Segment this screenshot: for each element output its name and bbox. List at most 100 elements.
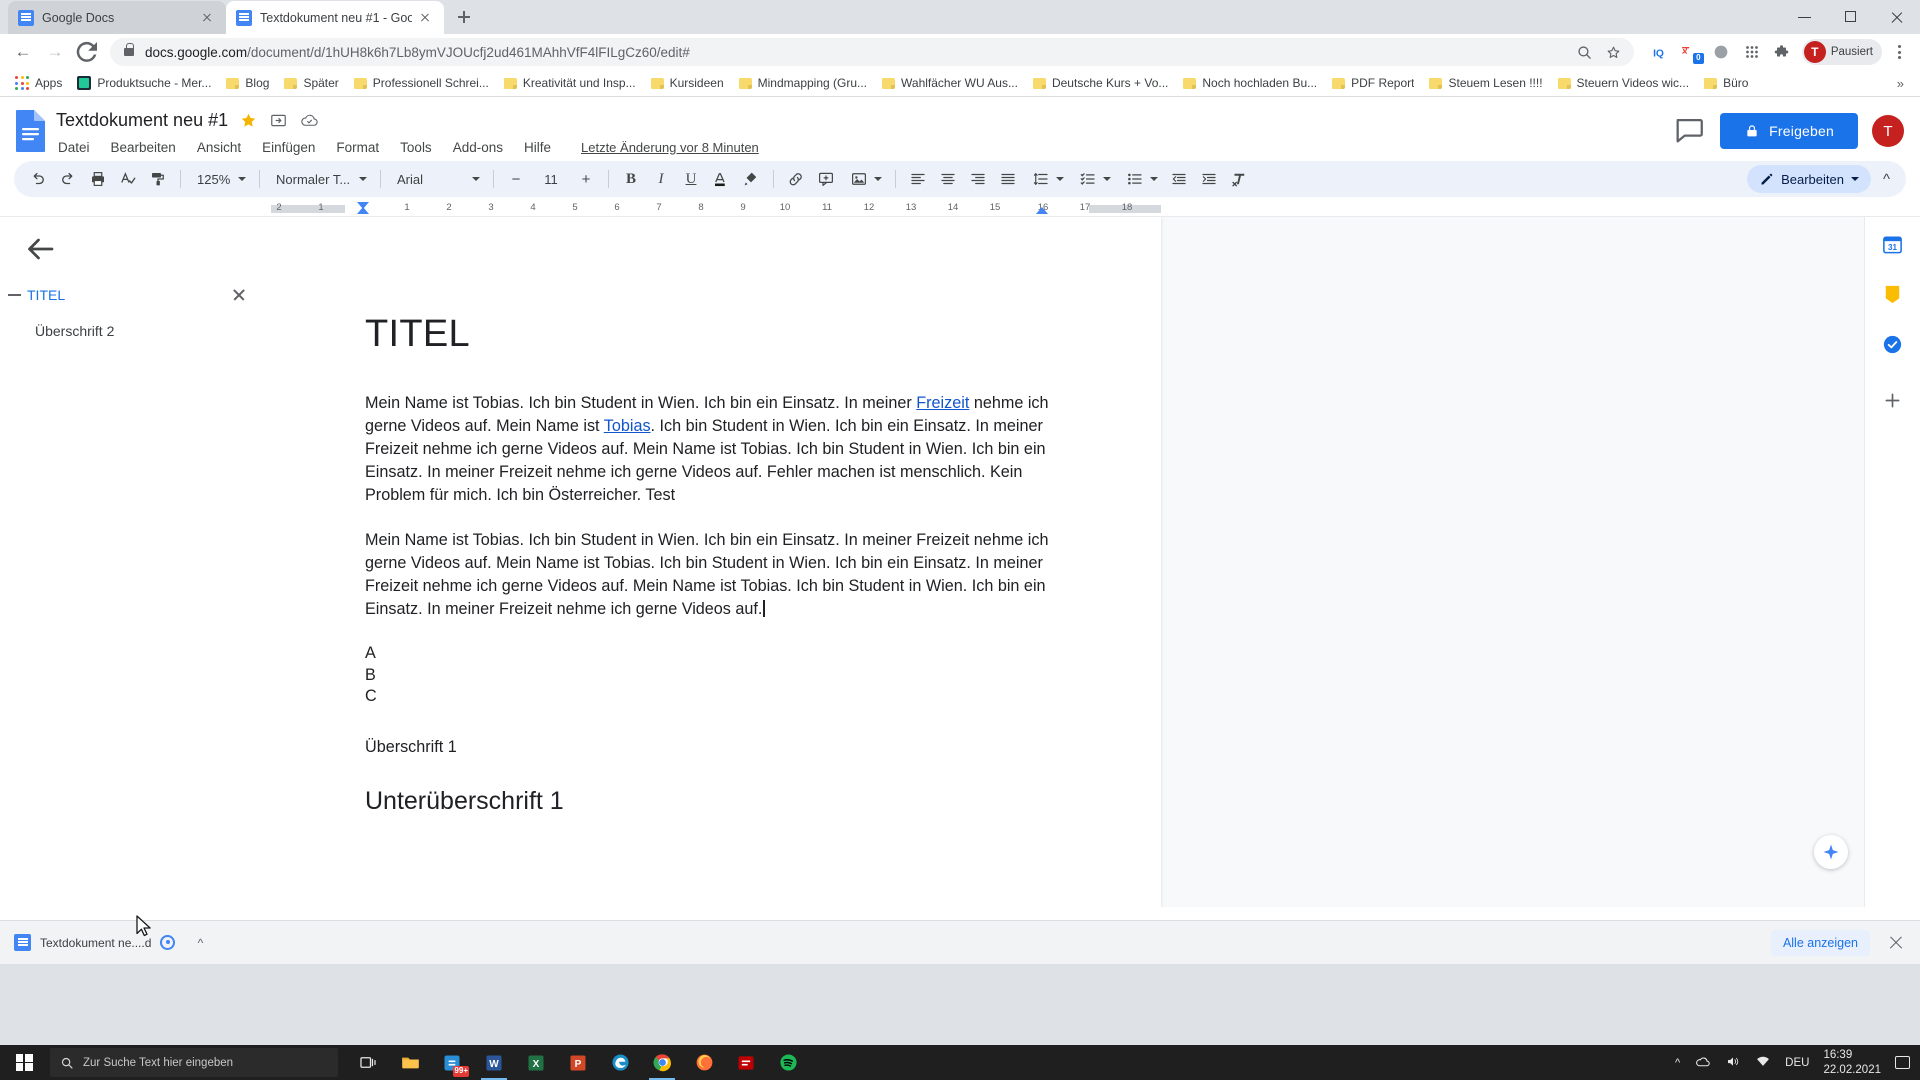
close-icon[interactable]: [198, 9, 216, 27]
profile-button[interactable]: T Pausiert: [1801, 39, 1882, 65]
bookmark-item[interactable]: Professionell Schrei...: [347, 73, 496, 93]
bookmark-item[interactable]: Wahlfächer WU Aus...: [875, 73, 1025, 93]
cloud-saved-icon[interactable]: [299, 111, 318, 130]
back-arrow-icon[interactable]: [22, 231, 58, 267]
comment-icon[interactable]: [1672, 113, 1706, 147]
left-indent-marker[interactable]: [357, 207, 369, 214]
star-icon[interactable]: [239, 111, 258, 130]
decrease-font-size-button[interactable]: −: [502, 165, 530, 193]
link-icon[interactable]: [782, 165, 810, 193]
menu-format[interactable]: Format: [334, 139, 381, 156]
browser-tab[interactable]: Google Docs: [8, 1, 226, 34]
inline-link-freizeit[interactable]: Freizeit: [916, 394, 969, 412]
text-color-icon[interactable]: [707, 165, 735, 193]
edge-legacy-icon[interactable]: [600, 1045, 640, 1080]
explore-button[interactable]: [1814, 835, 1848, 869]
forward-button[interactable]: →: [40, 37, 70, 67]
google-docs-logo[interactable]: [14, 105, 54, 161]
show-hidden-icons-button[interactable]: ^: [1675, 1057, 1680, 1069]
close-window-button[interactable]: [1874, 0, 1920, 34]
bookmark-item[interactable]: Deutsche Kurs + Vo...: [1026, 73, 1175, 93]
bookmark-item[interactable]: PDF Report: [1325, 73, 1421, 93]
menu-ansicht[interactable]: Ansicht: [195, 139, 243, 156]
bookmark-item[interactable]: Noch hochladen Bu...: [1176, 73, 1324, 93]
bookmark-item[interactable]: Kreativität und Insp...: [497, 73, 643, 93]
right-indent-marker[interactable]: [1036, 207, 1048, 214]
insert-image-dropdown[interactable]: [842, 166, 887, 192]
translate-extension-icon[interactable]: 0: [1677, 39, 1704, 65]
reload-button[interactable]: [72, 37, 102, 67]
back-button[interactable]: ←: [8, 37, 38, 67]
increase-font-size-button[interactable]: +: [572, 165, 600, 193]
bookmark-item[interactable]: Später: [277, 73, 345, 93]
file-explorer-icon[interactable]: [390, 1045, 430, 1080]
align-justify-icon[interactable]: [994, 165, 1022, 193]
notification-icon[interactable]: [1895, 1056, 1910, 1069]
show-all-downloads-button[interactable]: Alle anzeigen: [1770, 929, 1870, 956]
align-right-icon[interactable]: [964, 165, 992, 193]
volume-icon[interactable]: [1725, 1054, 1741, 1072]
bookmark-item[interactable]: Steuern Videos wic...: [1551, 73, 1697, 93]
download-menu-button[interactable]: ^: [189, 932, 211, 954]
filezilla-icon[interactable]: [726, 1045, 766, 1080]
bookmark-star-icon[interactable]: [1605, 44, 1622, 61]
puzzle-extension-icon[interactable]: [1770, 39, 1796, 65]
page-title[interactable]: Textdokument neu #1: [56, 110, 228, 131]
collapse-toolbar-button[interactable]: ^: [1877, 171, 1896, 188]
paragraph-style-dropdown[interactable]: Normaler T...: [268, 166, 372, 192]
close-icon[interactable]: [229, 285, 249, 305]
keep-icon[interactable]: [1876, 277, 1910, 311]
bookmark-apps[interactable]: Apps: [8, 73, 69, 93]
bookmark-item[interactable]: Blog: [219, 73, 276, 93]
download-item[interactable]: Textdokument ne....d: [14, 928, 179, 958]
taskbar-search-input[interactable]: Zur Suche Text hier eingeben: [50, 1048, 338, 1077]
decrease-indent-icon[interactable]: [1165, 165, 1193, 193]
bookmark-item[interactable]: Mindmapping (Gru...: [732, 73, 874, 93]
bulleted-list-dropdown[interactable]: [1118, 166, 1163, 192]
store-icon[interactable]: 99+: [432, 1045, 472, 1080]
italic-button[interactable]: I: [647, 165, 675, 193]
menu-addons[interactable]: Add-ons: [451, 139, 505, 156]
menu-hilfe[interactable]: Hilfe: [522, 139, 553, 156]
menu-tools[interactable]: Tools: [398, 139, 434, 156]
onedrive-icon[interactable]: [1694, 1054, 1711, 1072]
clear-formatting-icon[interactable]: [1225, 165, 1253, 193]
bookmark-item[interactable]: Produktsuche - Mer...: [70, 73, 218, 93]
editing-mode-button[interactable]: Bearbeiten: [1747, 165, 1871, 193]
move-to-folder-icon[interactable]: [269, 111, 288, 130]
bookmarks-overflow-button[interactable]: »: [1889, 76, 1912, 91]
minimize-button[interactable]: [1782, 0, 1828, 34]
close-icon[interactable]: [1886, 933, 1906, 953]
menu-datei[interactable]: Datei: [56, 139, 92, 156]
share-button[interactable]: Freigeben: [1720, 113, 1858, 149]
add-ons-plus-icon[interactable]: [1876, 383, 1910, 417]
align-center-icon[interactable]: [934, 165, 962, 193]
tasks-icon[interactable]: [1876, 327, 1910, 361]
new-tab-button[interactable]: [450, 3, 478, 31]
chrome-menu-button[interactable]: [1886, 39, 1912, 65]
underline-button[interactable]: U: [677, 165, 705, 193]
browser-tab-active[interactable]: Textdokument neu #1 - Google D: [226, 1, 444, 34]
close-icon[interactable]: [416, 9, 434, 27]
outline-heading-label[interactable]: TITEL: [27, 287, 223, 303]
start-button[interactable]: [0, 1045, 48, 1080]
outline-sub-item[interactable]: Überschrift 2: [0, 323, 271, 339]
address-bar[interactable]: docs.google.com /document/d/1hUH8k6h7Lb8…: [110, 38, 1634, 66]
powerpoint-icon[interactable]: P: [558, 1045, 598, 1080]
line-spacing-dropdown[interactable]: [1024, 166, 1069, 192]
bookmark-item[interactable]: Büro: [1697, 73, 1755, 93]
network-icon[interactable]: [1755, 1054, 1771, 1072]
generic-extension-icon[interactable]: [1708, 39, 1734, 65]
bold-button[interactable]: B: [617, 165, 645, 193]
chrome-icon[interactable]: [642, 1045, 682, 1080]
search-icon[interactable]: [1576, 44, 1593, 61]
word-icon[interactable]: W: [474, 1045, 514, 1080]
spellcheck-icon[interactable]: [114, 165, 142, 193]
redo-icon[interactable]: [54, 165, 82, 193]
print-icon[interactable]: [84, 165, 112, 193]
bookmark-item[interactable]: Kursideen: [644, 73, 731, 93]
checklist-dropdown[interactable]: [1071, 166, 1116, 192]
document-page[interactable]: TITEL Mein Name ist Tobias. Ich bin Stud…: [271, 217, 1161, 907]
highlight-icon[interactable]: [737, 165, 765, 193]
font-size-input[interactable]: 11: [532, 172, 570, 187]
